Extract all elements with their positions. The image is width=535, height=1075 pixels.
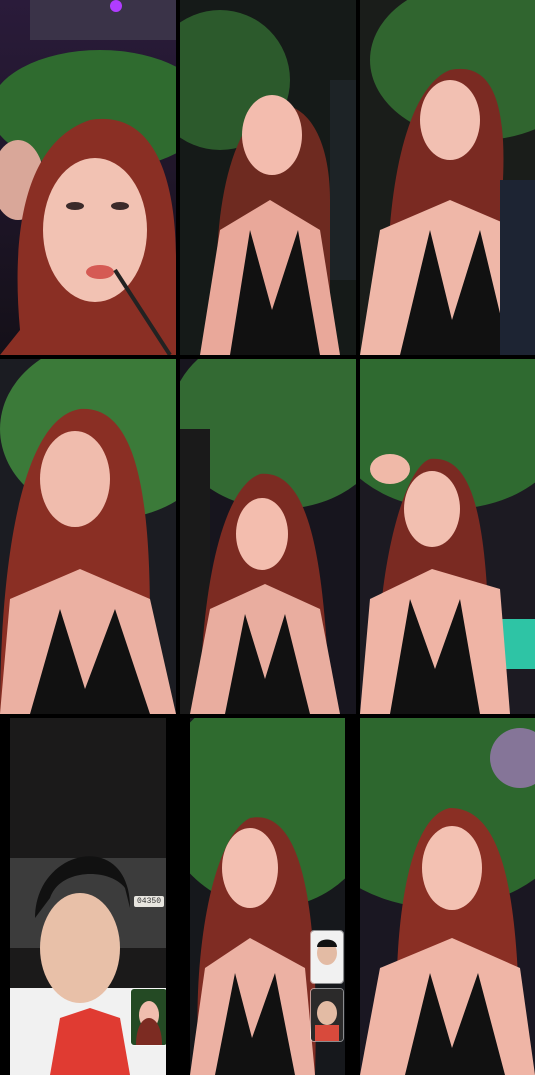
stage-truss: [30, 0, 176, 40]
car-plate: 04350: [134, 896, 165, 907]
video-tile-r2c2[interactable]: [180, 359, 356, 714]
video-tile-r2c3[interactable]: [360, 359, 535, 714]
video-tile-r3c1[interactable]: 04350: [10, 718, 166, 1075]
pip-thumbnail[interactable]: [310, 930, 344, 984]
video-tile-r1c2[interactable]: [180, 0, 356, 355]
video-tile-r3c3[interactable]: [360, 718, 535, 1075]
video-tile-r1c1[interactable]: [0, 0, 176, 355]
stage-light-icon: [110, 0, 122, 12]
pip-thumbnail[interactable]: [310, 988, 344, 1042]
video-tile-r2c1[interactable]: [0, 359, 176, 714]
video-tile-r3c2[interactable]: [190, 718, 345, 1075]
video-tile-r1c3[interactable]: [360, 0, 535, 355]
pip-thumbnail[interactable]: [130, 988, 166, 1046]
